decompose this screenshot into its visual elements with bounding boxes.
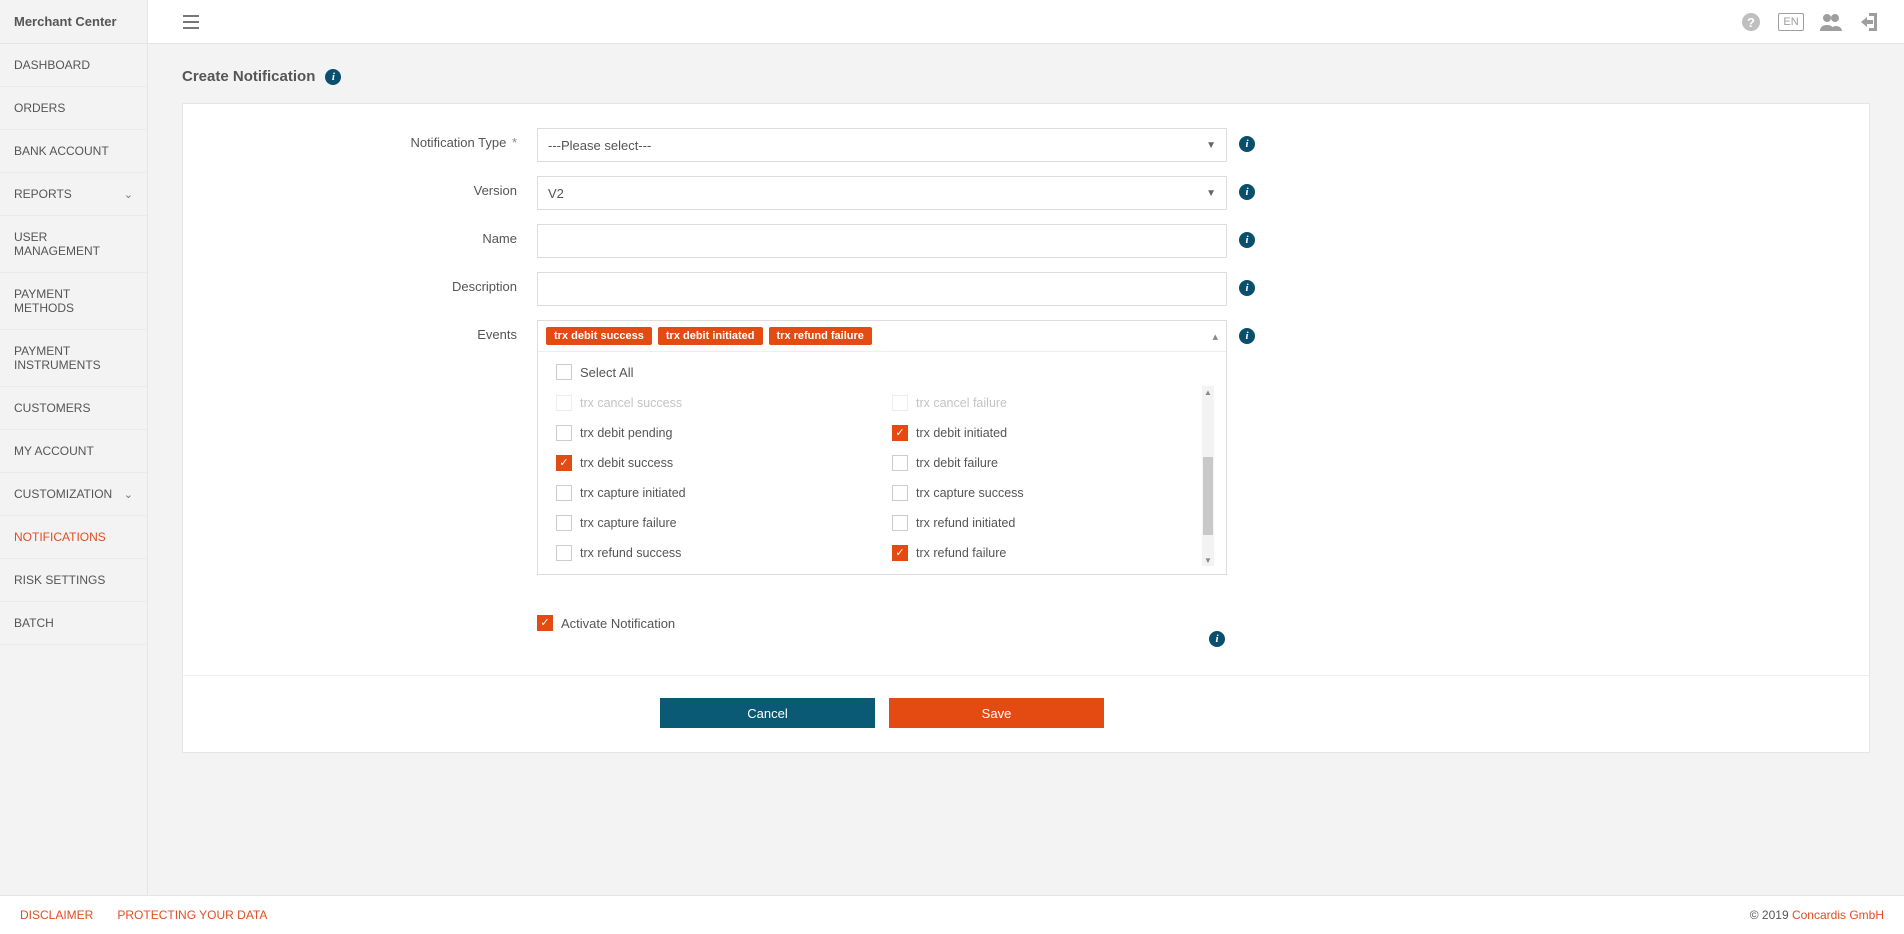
event-checkbox[interactable] <box>556 425 572 441</box>
company-link[interactable]: Concardis GmbH <box>1792 908 1884 922</box>
label-events: Events <box>207 320 537 350</box>
sidebar-item-bank-account[interactable]: BANK ACCOUNT <box>0 130 147 173</box>
event-option[interactable]: trx cancel success <box>556 390 872 416</box>
scrollbar[interactable]: ▲ ▼ <box>1202 386 1214 566</box>
page-title: Create Notification i <box>182 68 1870 85</box>
svg-text:?: ? <box>1747 15 1755 30</box>
event-label: trx debit initiated <box>916 426 1007 440</box>
event-checkbox[interactable] <box>892 515 908 531</box>
event-option[interactable]: trx capture initiated <box>556 480 872 506</box>
event-label: trx cancel success <box>580 396 682 410</box>
event-option[interactable]: trx capture failure <box>556 510 872 536</box>
event-checkbox[interactable] <box>556 515 572 531</box>
event-option[interactable]: trx debit pending <box>556 420 872 446</box>
events-multiselect[interactable]: trx debit success trx debit initiated trx … <box>537 320 1227 575</box>
select-all-checkbox[interactable] <box>556 364 572 380</box>
sidebar-item-payment-instruments[interactable]: PAYMENT INSTRUMENTS <box>0 330 147 387</box>
label-notification-type: Notification Type * <box>207 128 537 158</box>
event-option[interactable]: trx debit failure <box>892 450 1208 476</box>
description-input[interactable] <box>537 272 1227 306</box>
footer-link-protecting-your-data[interactable]: PROTECTING YOUR DATA <box>117 908 267 922</box>
event-label: trx capture success <box>916 486 1024 500</box>
event-label: trx refund failure <box>916 546 1006 560</box>
sidebar-item-customization[interactable]: CUSTOMIZATION⌄ <box>0 473 147 516</box>
sidebar-item-risk-settings[interactable]: RISK SETTINGS <box>0 559 147 602</box>
event-label: trx debit pending <box>580 426 672 440</box>
copyright-text: © 2019 <box>1750 908 1792 922</box>
label-description: Description <box>207 272 537 302</box>
label-version: Version <box>207 176 537 206</box>
event-checkbox[interactable] <box>556 545 572 561</box>
activate-label: Activate Notification <box>561 616 675 631</box>
footer: DISCLAIMER PROTECTING YOUR DATA © 2019 Co… <box>0 895 1904 934</box>
event-checkbox[interactable] <box>556 395 572 411</box>
chevron-down-icon: ⌄ <box>124 488 133 501</box>
sidebar-item-orders[interactable]: ORDERS <box>0 87 147 130</box>
label-name: Name <box>207 224 537 254</box>
event-label: trx capture failure <box>580 516 677 530</box>
form-card: Notification Type * ---Please select--- … <box>182 103 1870 753</box>
activate-checkbox[interactable] <box>537 615 553 631</box>
users-icon[interactable] <box>1816 7 1846 37</box>
event-option[interactable]: trx refund failure <box>892 540 1208 566</box>
event-option[interactable]: trx refund success <box>556 540 872 566</box>
sidebar: Merchant Center DASHBOARDORDERSBANK ACCO… <box>0 0 148 895</box>
version-select[interactable]: V2 ▼ <box>537 176 1227 210</box>
event-label: trx debit failure <box>916 456 998 470</box>
event-label: trx refund initiated <box>916 516 1015 530</box>
name-input[interactable] <box>537 224 1227 258</box>
event-tag[interactable]: trx debit success <box>546 327 652 345</box>
event-option[interactable]: trx cancel failure <box>892 390 1208 416</box>
chevron-up-icon[interactable]: ▴ <box>1212 330 1218 343</box>
topbar: ? EN <box>148 0 1904 44</box>
sidebar-item-dashboard[interactable]: DASHBOARD <box>0 44 147 87</box>
language-selector[interactable]: EN <box>1776 7 1806 37</box>
info-icon[interactable]: i <box>1239 232 1255 248</box>
event-checkbox[interactable] <box>892 545 908 561</box>
event-checkbox[interactable] <box>892 425 908 441</box>
brand-title: Merchant Center <box>0 0 147 44</box>
info-icon[interactable]: i <box>325 69 341 85</box>
sidebar-item-user-management[interactable]: USER MANAGEMENT <box>0 216 147 273</box>
notification-type-select[interactable]: ---Please select--- ▼ <box>537 128 1227 162</box>
chevron-down-icon: ⌄ <box>124 188 133 201</box>
sidebar-item-reports[interactable]: REPORTS⌄ <box>0 173 147 216</box>
logout-icon[interactable] <box>1856 7 1886 37</box>
event-tag[interactable]: trx debit initiated <box>658 327 763 345</box>
help-icon[interactable]: ? <box>1736 7 1766 37</box>
sidebar-item-batch[interactable]: BATCH <box>0 602 147 645</box>
sidebar-item-notifications[interactable]: NOTIFICATIONS <box>0 516 147 559</box>
event-checkbox[interactable] <box>556 455 572 471</box>
event-checkbox[interactable] <box>556 485 572 501</box>
event-label: trx debit success <box>580 456 673 470</box>
event-option[interactable]: trx debit success <box>556 450 872 476</box>
event-checkbox[interactable] <box>892 455 908 471</box>
info-icon[interactable]: i <box>1239 136 1255 152</box>
sidebar-item-my-account[interactable]: MY ACCOUNT <box>0 430 147 473</box>
event-checkbox[interactable] <box>892 395 908 411</box>
info-icon[interactable]: i <box>1239 184 1255 200</box>
nav: DASHBOARDORDERSBANK ACCOUNTREPORTS⌄USER … <box>0 44 147 645</box>
event-checkbox[interactable] <box>892 485 908 501</box>
event-label: trx cancel failure <box>916 396 1007 410</box>
event-option[interactable]: trx refund initiated <box>892 510 1208 536</box>
chevron-down-icon: ▼ <box>1206 188 1216 199</box>
footer-link-disclaimer[interactable]: DISCLAIMER <box>20 908 93 922</box>
sidebar-item-payment-methods[interactable]: PAYMENT METHODS <box>0 273 147 330</box>
info-icon[interactable]: i <box>1209 631 1225 647</box>
chevron-down-icon: ▼ <box>1206 140 1216 151</box>
select-all-label: Select All <box>580 365 633 380</box>
info-icon[interactable]: i <box>1239 328 1255 344</box>
save-button[interactable]: Save <box>889 698 1104 728</box>
event-option[interactable]: trx debit initiated <box>892 420 1208 446</box>
sidebar-item-customers[interactable]: CUSTOMERS <box>0 387 147 430</box>
event-tag[interactable]: trx refund failure <box>769 327 872 345</box>
event-label: trx capture initiated <box>580 486 686 500</box>
event-option[interactable]: trx capture success <box>892 480 1208 506</box>
info-icon[interactable]: i <box>1239 280 1255 296</box>
event-label: trx refund success <box>580 546 681 560</box>
menu-toggle-icon[interactable] <box>176 7 206 37</box>
cancel-button[interactable]: Cancel <box>660 698 875 728</box>
